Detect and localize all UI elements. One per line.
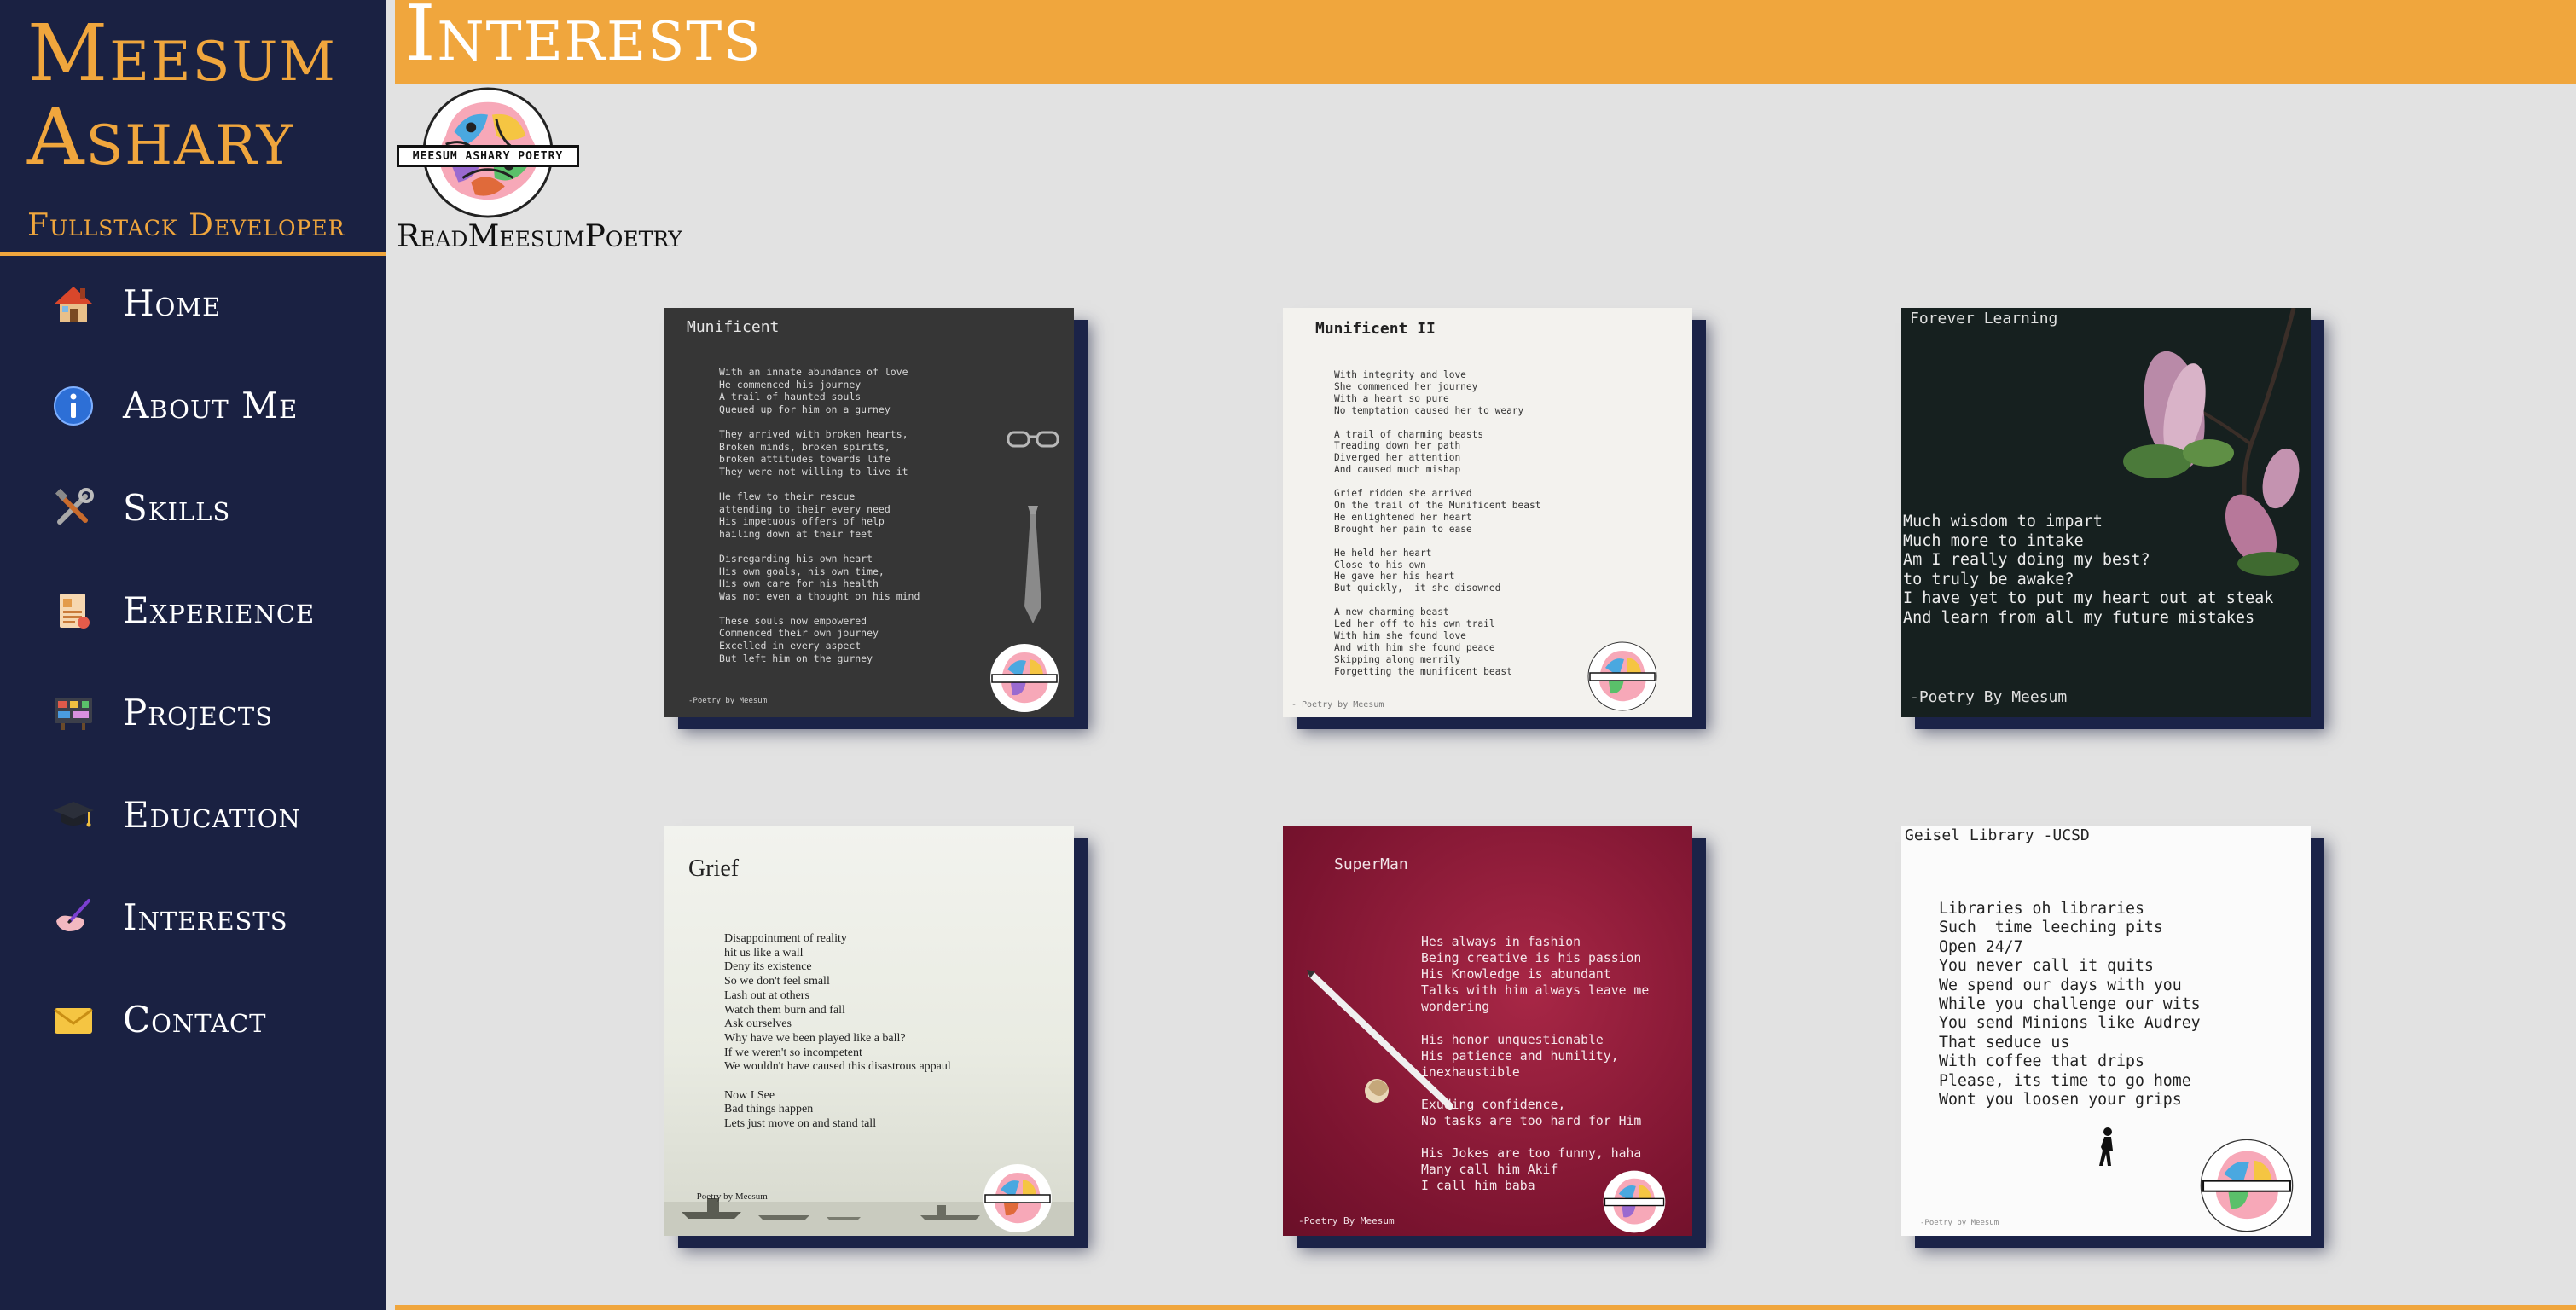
- nav-item-home[interactable]: Home: [0, 256, 386, 341]
- poem-card-munificent[interactable]: Munificent With an innate abundance of l…: [664, 308, 1074, 717]
- page-title: Interests: [405, 0, 763, 78]
- poetry-badge-icon: [990, 644, 1059, 712]
- poem-card-forever-learning[interactable]: Forever Learning Much wisdom to impart M…: [1901, 308, 2311, 717]
- poem-signature: -Poetry By Meesum: [1910, 688, 2068, 706]
- poem-card-munificent-ii[interactable]: Munificent II With integrity and love Sh…: [1283, 308, 1692, 717]
- poem-signature: -Poetry By Meesum: [1298, 1215, 1395, 1226]
- poem-body: Disappointment of reality hit us like a …: [724, 932, 951, 1131]
- house-icon: [55, 287, 92, 322]
- necktie-icon: [1024, 506, 1041, 623]
- nav-item-projects[interactable]: Projects: [0, 665, 386, 751]
- walking-person-image: [2099, 1127, 2113, 1166]
- poem-body: Hes always in fashion Being creative is …: [1421, 935, 1650, 1194]
- brand-header: Meesum Ashary Fullstack Developer: [0, 0, 386, 256]
- poem-card-superman[interactable]: SuperMan Hes always in fashion Being cre…: [1283, 826, 1692, 1236]
- info-icon: [54, 386, 93, 426]
- poem-card-grief[interactable]: Grief Disappointment of reality hit us l…: [664, 826, 1074, 1236]
- hand-writing-icon: [56, 899, 90, 931]
- poem-signature: - Poetry by Meesum: [1291, 700, 1384, 710]
- poetry-badge-icon: [1603, 1170, 1666, 1233]
- nav-label-about-me: About Me: [123, 385, 299, 426]
- sidebar: Meesum Ashary Fullstack Developer Home A…: [0, 0, 386, 1310]
- nav-item-about-me[interactable]: About Me: [0, 358, 386, 443]
- poem-title: Munificent II: [1315, 320, 1436, 338]
- poem-signature: -Poetry by Meesum: [1920, 1219, 1999, 1227]
- board-icon: [55, 698, 92, 730]
- tools-icon: [55, 488, 94, 525]
- nav-label-skills: Skills: [123, 487, 231, 529]
- poetry-logo-banner: MEESUM ASHARY POETRY: [397, 145, 579, 167]
- poem-title: Geisel Library -UCSD: [1905, 826, 2090, 844]
- poetry-badge-icon: [2200, 1139, 2294, 1232]
- site-owner-name: Meesum Ashary: [27, 8, 337, 183]
- nav-item-experience[interactable]: Experience: [0, 563, 386, 648]
- nav-item-skills[interactable]: Skills: [0, 461, 386, 546]
- nav-label-education: Education: [123, 794, 301, 836]
- poem-title: Munificent: [687, 318, 780, 336]
- poem-body: Much wisdom to impart Much more to intak…: [1903, 513, 2274, 627]
- page-header: Interests: [395, 0, 2576, 84]
- poetry-logo-link[interactable]: MEESUM ASHARY POETRY ReadMeesumPoetry: [395, 84, 702, 263]
- nav-item-contact[interactable]: Contact: [0, 972, 386, 1058]
- nav-label-projects: Projects: [123, 692, 274, 733]
- nav-label-experience: Experience: [123, 589, 316, 631]
- envelope-icon: [54, 1008, 93, 1034]
- poem-title: Forever Learning: [1910, 310, 2058, 328]
- poem-title: SuperMan: [1334, 855, 1408, 873]
- nav-item-interests[interactable]: Interests: [0, 870, 386, 955]
- poetry-badge-icon: [1587, 641, 1657, 711]
- poem-body: Libraries oh libraries Such time leechin…: [1939, 900, 2201, 1110]
- footer-accent-line: [395, 1305, 2576, 1310]
- poem-signature: -Poetry by Meesum: [693, 1191, 768, 1202]
- nav-label-contact: Contact: [123, 999, 267, 1040]
- document-icon: [60, 594, 90, 629]
- poem-signature: -Poetry by Meesum: [688, 697, 768, 705]
- graduation-cap-icon: [53, 802, 94, 827]
- poetry-logo-badge-text: MEESUM ASHARY POETRY: [412, 149, 564, 163]
- poem-body: With an innate abundance of love He comm…: [719, 366, 920, 664]
- poetry-logo-caption: ReadMeesumPoetry: [397, 219, 682, 254]
- poem-title: Grief: [688, 855, 740, 882]
- poetry-badge-icon: [983, 1164, 1052, 1232]
- poem-card-geisel-library[interactable]: Geisel Library -UCSD Libraries oh librar…: [1901, 826, 2311, 1236]
- glasses-icon: [1007, 431, 1059, 448]
- nav-label-home: Home: [123, 282, 222, 324]
- site-subtitle: Fullstack Developer: [27, 208, 345, 243]
- poem-body: With integrity and love She commenced he…: [1334, 369, 1541, 677]
- nav-item-education[interactable]: Education: [0, 768, 386, 853]
- nav-label-interests: Interests: [123, 896, 288, 938]
